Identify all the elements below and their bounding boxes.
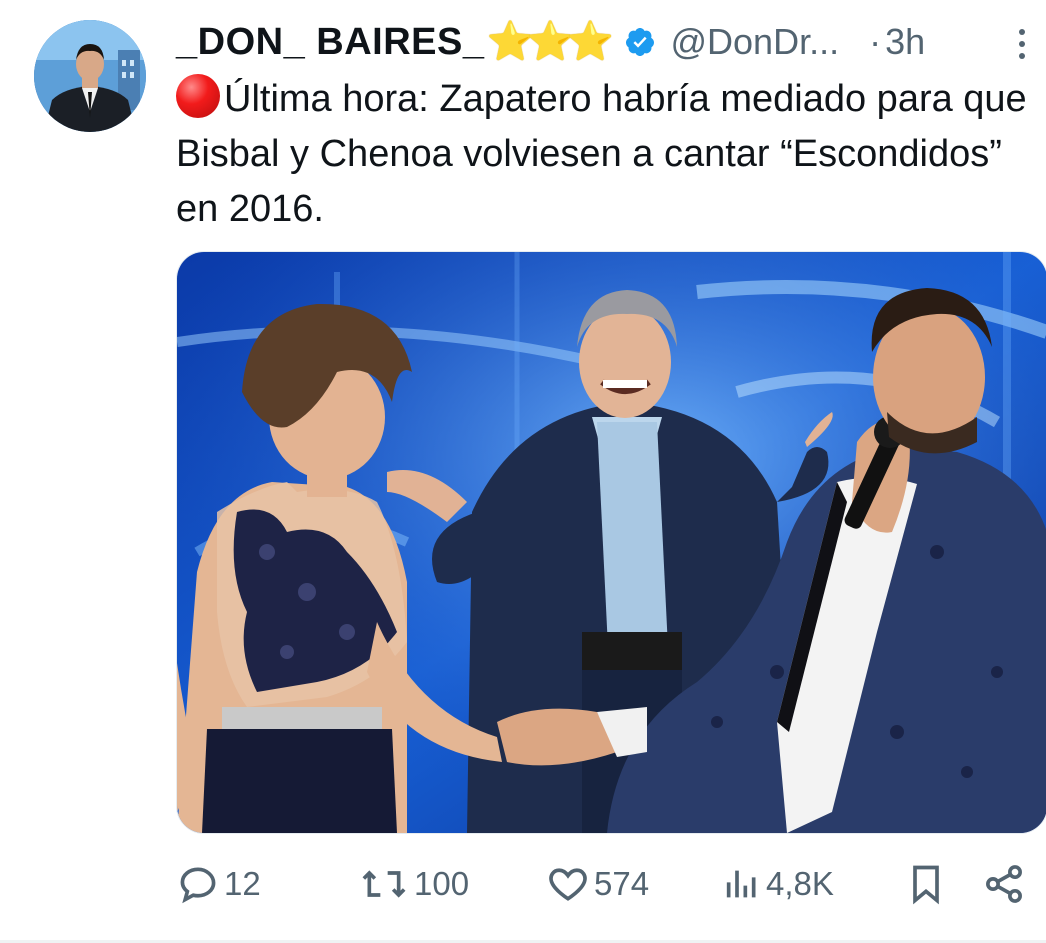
reply-icon <box>180 867 216 904</box>
like-icon <box>549 868 587 901</box>
tweet-body: Última hora: Zapatero habría mediado par… <box>176 78 1027 230</box>
separator-dot: · <box>869 21 882 62</box>
action-bar: 12 100 574 4,8K <box>176 856 1036 912</box>
views-button[interactable]: 4,8K <box>722 856 834 912</box>
reply-count: 12 <box>224 865 261 902</box>
star-icon: ⭐ <box>566 21 614 63</box>
author-handle[interactable]: @DonDr... <box>670 21 839 63</box>
star-icon: ⭐ <box>526 21 574 63</box>
like-button[interactable]: 574 <box>546 856 649 912</box>
bookmark-button[interactable] <box>904 856 948 912</box>
tweet-header: _DON_ BAIRES_ ⭐ ⭐ ⭐ @DonDr... · 3h <box>176 14 1036 70</box>
tweet-text: Última hora: Zapatero habría mediado par… <box>176 72 1036 237</box>
reply-button[interactable]: 12 <box>176 856 261 912</box>
share-icon <box>986 865 1022 903</box>
share-button[interactable] <box>982 856 1026 912</box>
display-name[interactable]: _DON_ BAIRES_ <box>176 21 484 64</box>
like-count: 574 <box>594 865 650 902</box>
repost-count: 100 <box>414 865 470 902</box>
star-icon: ⭐ <box>486 21 534 63</box>
repost-button[interactable]: 100 <box>358 856 469 912</box>
tweet[interactable]: _DON_ BAIRES_ ⭐ ⭐ ⭐ @DonDr... · 3h Últim… <box>0 0 1046 943</box>
bookmark-icon <box>913 865 939 905</box>
repost-icon <box>362 870 406 898</box>
more-options-icon[interactable] <box>1012 24 1032 64</box>
red-circle-icon <box>176 74 220 118</box>
tweet-photo[interactable] <box>176 251 1046 834</box>
timestamp[interactable]: 3h <box>885 21 925 63</box>
views-icon <box>726 870 756 898</box>
views-count: 4,8K <box>766 865 834 902</box>
star-emojis: ⭐ ⭐ ⭐ <box>486 21 614 63</box>
verified-badge-icon <box>626 28 655 56</box>
avatar[interactable] <box>34 20 146 132</box>
